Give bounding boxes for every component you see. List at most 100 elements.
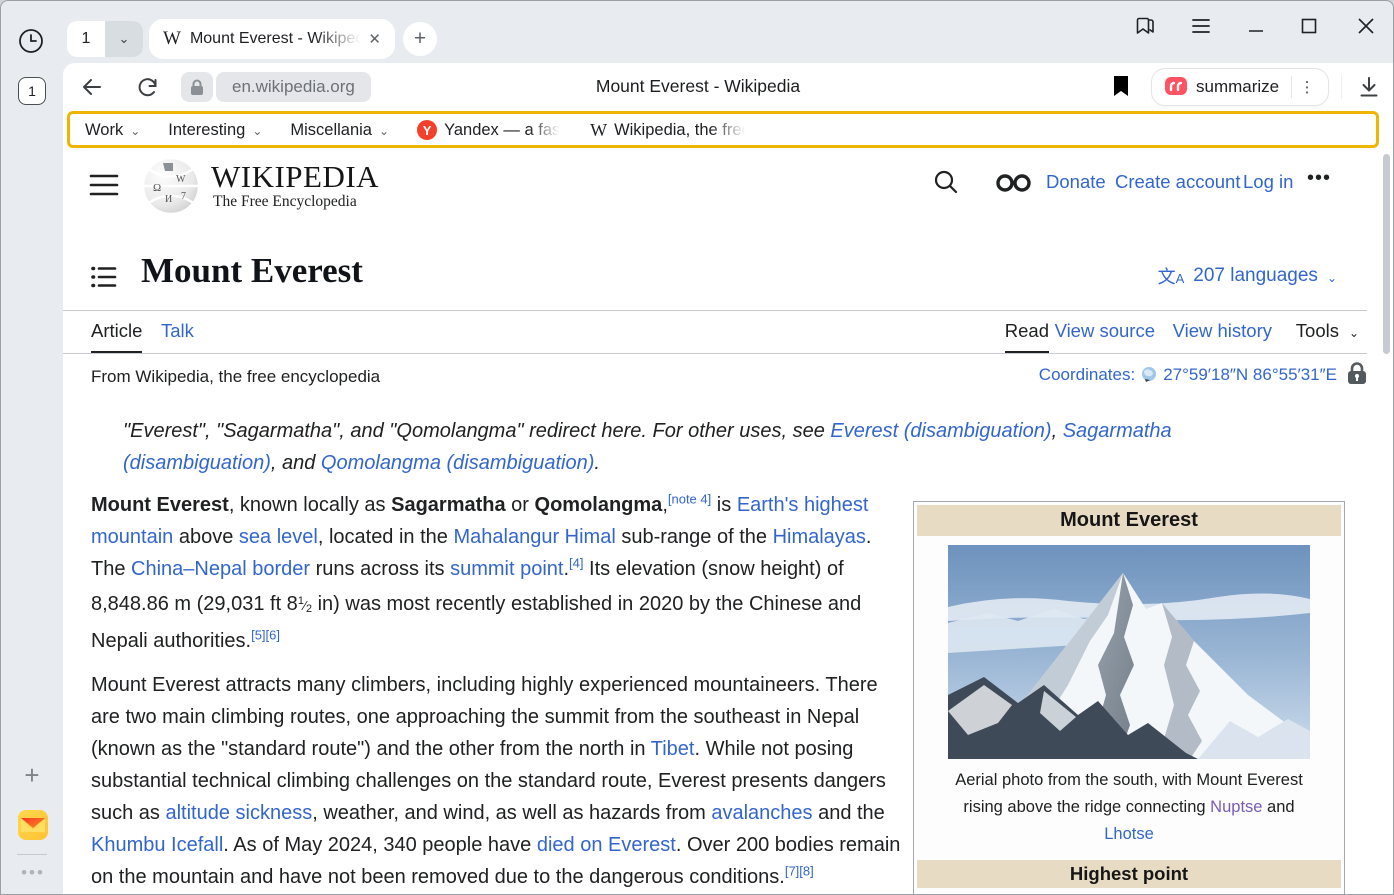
- contents-list-icon[interactable]: [91, 265, 117, 289]
- chevron-down-icon: ⌄: [252, 122, 262, 138]
- browser-menu-icon[interactable]: [1186, 11, 1216, 41]
- tab-group-count[interactable]: 1: [67, 21, 105, 57]
- coordinates[interactable]: Coordinates: 27°59′18″N 86°55′31″E: [1039, 365, 1337, 385]
- coordinates-label: Coordinates:: [1039, 365, 1135, 385]
- extension-oo-icon[interactable]: [995, 173, 1035, 193]
- tab-view-history[interactable]: View history: [1173, 320, 1272, 342]
- bookmark-folder-work[interactable]: Work ⌄: [85, 121, 140, 140]
- yandex-favicon: Y: [417, 120, 437, 140]
- collections-icon[interactable]: [1131, 11, 1161, 41]
- wiki-menu-icon[interactable]: [89, 173, 121, 199]
- tab-view-source[interactable]: View source: [1055, 320, 1155, 342]
- tab-read[interactable]: Read: [1005, 320, 1049, 353]
- text-link[interactable]: Himalayas: [773, 526, 866, 548]
- text-link[interactable]: Everest (disambiguation): [830, 420, 1051, 442]
- wikipedia-globe-logo[interactable]: Ω W И 7: [141, 155, 201, 217]
- text-link[interactable]: China–Nepal border: [131, 558, 310, 580]
- reference-link[interactable]: [4]: [569, 555, 583, 570]
- reference-link[interactable]: [note 4]: [668, 491, 711, 506]
- text: sub-range of the: [616, 526, 773, 548]
- bookmark-yandex[interactable]: Y Yandex — a fast In: [417, 120, 562, 140]
- text: and the: [813, 802, 885, 824]
- sidebar-more-icon[interactable]: •••: [16, 863, 50, 883]
- page-protection-lock-icon[interactable]: [1347, 362, 1367, 386]
- tab-group-chevron-icon[interactable]: ⌄: [105, 21, 143, 57]
- toolbar-page-title[interactable]: Mount Everest - Wikipedia: [483, 76, 913, 97]
- text: .: [594, 452, 600, 474]
- infobox-row-elevation: Elevation 8,848.86 m (29,031 ft): [917, 888, 1341, 894]
- tab-tools[interactable]: Tools: [1296, 320, 1339, 342]
- text: . As of May 2024, 340 people have: [223, 834, 537, 856]
- text-link[interactable]: avalanches: [711, 802, 812, 824]
- text-link[interactable]: sea level: [239, 526, 318, 548]
- back-button[interactable]: [79, 74, 105, 100]
- summarize-menu-icon[interactable]: ⋮: [1292, 78, 1322, 96]
- svg-text:И: И: [165, 194, 172, 205]
- chevron-down-icon: ⌄: [379, 122, 389, 138]
- text-link[interactable]: Lhotse: [1104, 825, 1154, 843]
- title-row: Mount Everest 文A 207 languages ⌄: [63, 249, 1367, 311]
- active-tab[interactable]: W Mount Everest - Wikipedia ✕: [149, 19, 395, 59]
- wikipedia-tagline: The Free Encyclopedia: [213, 193, 357, 211]
- create-account-link[interactable]: Create account: [1115, 171, 1240, 193]
- history-clock-icon[interactable]: [17, 27, 45, 55]
- fraction: 1⁄2: [298, 598, 312, 613]
- bookmark-star-icon[interactable]: [1111, 74, 1135, 100]
- sidebar-add-icon[interactable]: +: [18, 761, 46, 789]
- reference-link[interactable]: [7][8]: [785, 863, 814, 878]
- coordinates-value[interactable]: 27°59′18″N 86°55′31″E: [1163, 365, 1337, 385]
- browser-main: en.wikipedia.org Mount Everest - Wikiped…: [63, 63, 1393, 894]
- translate-icon: 文A: [1158, 263, 1185, 289]
- summarize-pill[interactable]: summarize ⋮: [1151, 68, 1329, 106]
- text-link[interactable]: summit point: [450, 558, 563, 580]
- donate-link[interactable]: Donate: [1046, 171, 1106, 193]
- reference-link[interactable]: [5][6]: [251, 627, 280, 642]
- yandex-mail-icon[interactable]: [17, 809, 49, 841]
- text-link[interactable]: Mahalangur Himal: [453, 526, 615, 548]
- login-link[interactable]: Log in: [1243, 171, 1293, 193]
- reference: [4]: [569, 555, 583, 570]
- search-icon[interactable]: [933, 169, 961, 197]
- text: ,: [1052, 420, 1063, 442]
- download-icon[interactable]: [1355, 73, 1383, 101]
- tab-talk[interactable]: Talk: [161, 320, 194, 342]
- scrollbar-thumb[interactable]: [1383, 154, 1390, 354]
- bookmark-folder-miscellania[interactable]: Miscellania ⌄: [290, 121, 389, 140]
- sidebar-tab-counter[interactable]: 1: [18, 77, 46, 105]
- bold-text: Mount Everest: [91, 494, 229, 516]
- text: is: [711, 494, 737, 516]
- site-security-badge[interactable]: [181, 72, 213, 102]
- bookmark-label: Interesting: [168, 121, 245, 140]
- address-bar[interactable]: en.wikipedia.org: [216, 72, 371, 102]
- bookmark-folder-interesting[interactable]: Interesting ⌄: [168, 121, 262, 140]
- text-link[interactable]: altitude sickness: [165, 802, 312, 824]
- reload-button[interactable]: [135, 74, 161, 100]
- tab-article[interactable]: Article: [91, 320, 142, 353]
- minimize-button[interactable]: [1241, 11, 1271, 41]
- reference: [5][6]: [251, 627, 280, 642]
- reference: [note 4]: [668, 491, 711, 506]
- close-button[interactable]: [1351, 11, 1381, 41]
- wiki-more-icon[interactable]: •••: [1307, 167, 1331, 190]
- everest-photo[interactable]: [948, 545, 1310, 759]
- tab-group[interactable]: 1 ⌄: [67, 21, 143, 57]
- wikipedia-wordmark[interactable]: WIKIPEDIA: [211, 159, 379, 195]
- tab-close-icon[interactable]: ✕: [364, 28, 385, 50]
- text-link[interactable]: Khumbu Icefall: [91, 834, 223, 856]
- text: , known locally as: [229, 494, 391, 516]
- text-link[interactable]: Qomolangma (disambiguation): [321, 452, 594, 474]
- summarize-button[interactable]: summarize: [1196, 77, 1279, 97]
- text-link[interactable]: Nuptse: [1210, 798, 1262, 816]
- text-link[interactable]: died on Everest: [537, 834, 676, 856]
- svg-text:7: 7: [181, 191, 186, 202]
- page-content: Ω W И 7 WIKIPEDIA The Free Encyclopedia …: [63, 149, 1393, 894]
- svg-text:Ω: Ω: [153, 182, 161, 194]
- new-tab-button[interactable]: +: [403, 22, 437, 56]
- article-tabs: Article Talk Read View source View histo…: [63, 311, 1367, 354]
- bookmark-wikipedia[interactable]: W Wikipedia, the free: [590, 120, 748, 141]
- text-link[interactable]: Tibet: [651, 738, 695, 760]
- language-selector[interactable]: 文A 207 languages ⌄: [1158, 263, 1337, 289]
- browser-window: 1 ⌄ W Mount Everest - Wikipedia ✕ + 1 +: [0, 0, 1394, 895]
- chevron-down-icon: ⌄: [1327, 268, 1337, 285]
- maximize-button[interactable]: [1294, 11, 1324, 41]
